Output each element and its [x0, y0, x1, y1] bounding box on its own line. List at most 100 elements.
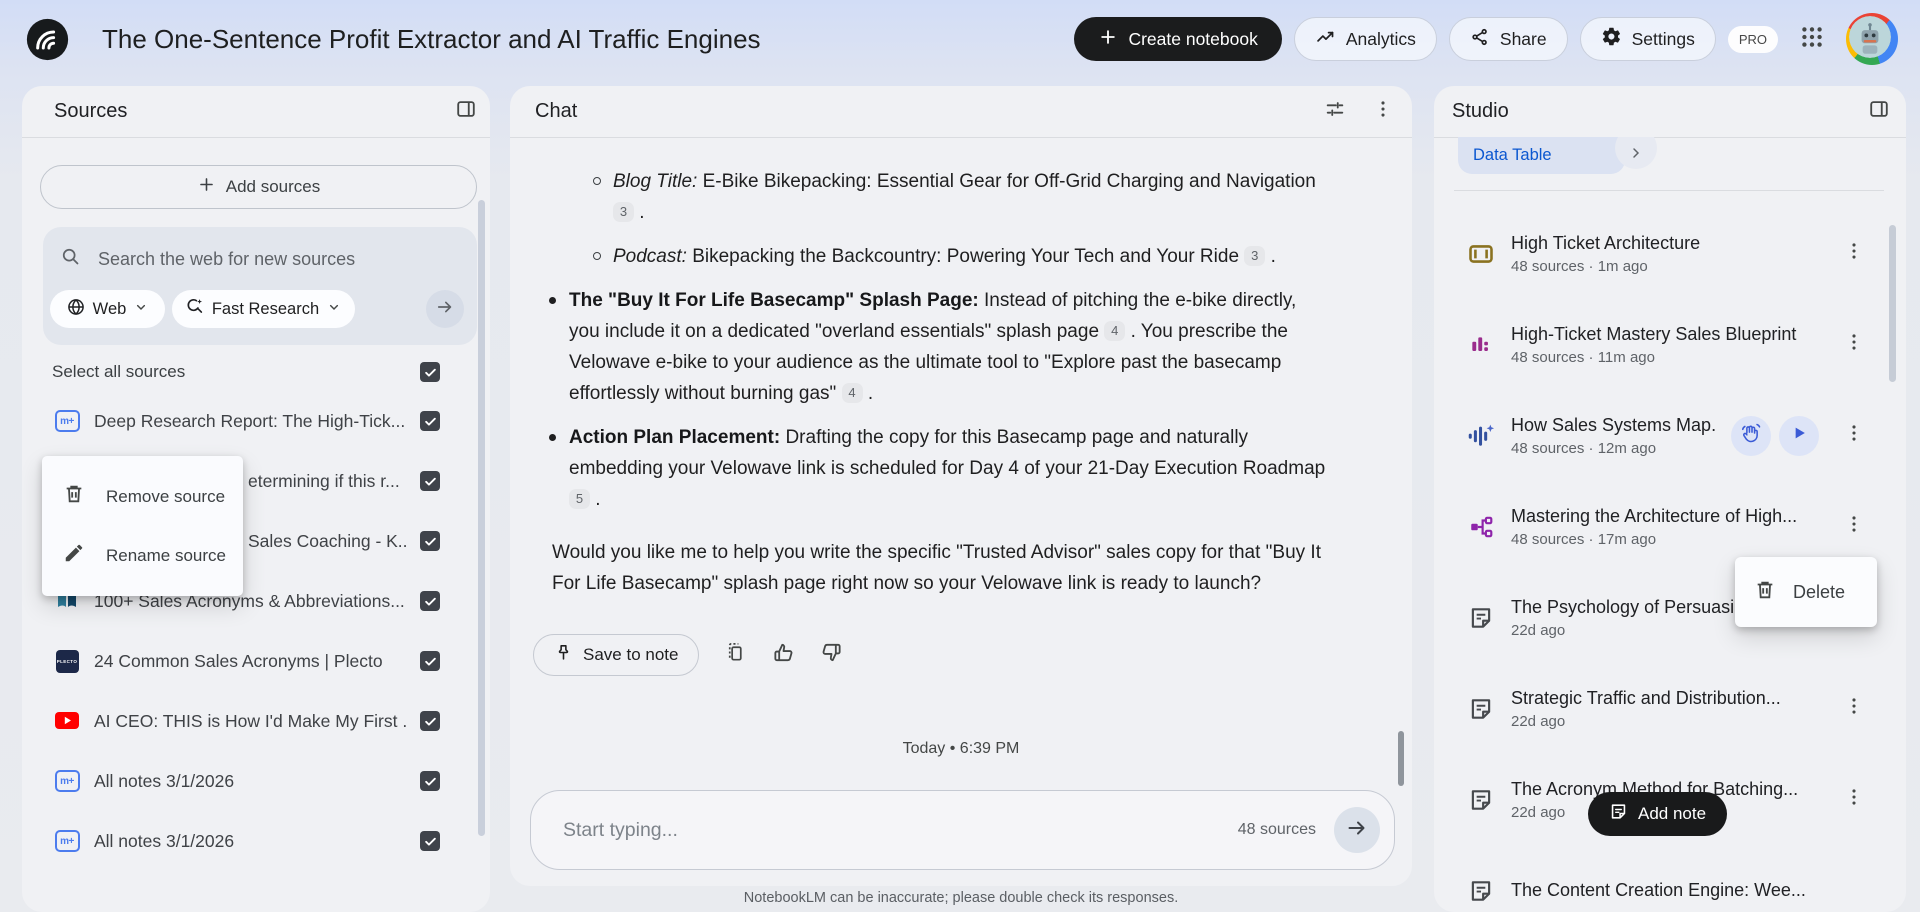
collapse-panel-icon [455, 100, 477, 125]
studio-item[interactable]: The Content Creation Engine: Wee... [1434, 845, 1906, 912]
source-checkbox[interactable] [420, 651, 440, 671]
rename-source-menu-item[interactable]: Rename source [42, 526, 243, 585]
add-note-button[interactable]: Add note [1588, 792, 1728, 836]
studio-item-menu-button[interactable] [1842, 786, 1866, 813]
user-avatar[interactable] [1846, 13, 1898, 65]
chat-bullet: Action Plan Placement: Drafting the copy… [549, 422, 1327, 515]
thumbs-up-button[interactable] [772, 641, 795, 669]
source-row[interactable]: m+ All notes 3/1/2026 [22, 751, 490, 811]
add-sources-button[interactable]: Add sources [40, 165, 477, 209]
studio-item-menu-button[interactable] [1842, 695, 1866, 722]
markdown-source-icon: m+ [54, 410, 80, 432]
research-mode-dropdown[interactable]: Fast Research [172, 290, 355, 328]
web-filter-dropdown[interactable]: Web [50, 290, 165, 328]
search-input-row[interactable]: Search the web for new sources [43, 227, 477, 272]
create-notebook-button[interactable]: Create notebook [1074, 17, 1282, 61]
citation-badge[interactable]: 4 [841, 382, 863, 403]
interactive-mode-button[interactable] [1731, 415, 1771, 456]
source-checkbox[interactable] [420, 831, 440, 851]
chevron-down-icon [326, 299, 342, 320]
play-icon [1789, 423, 1809, 448]
report-icon [1466, 332, 1496, 358]
source-title: etermining if this r... [248, 470, 400, 491]
chat-bullet: Podcast: Bikepacking the Backcountry: Po… [593, 241, 1327, 272]
source-checkbox[interactable] [420, 711, 440, 731]
note-add-icon [1609, 802, 1628, 826]
more-vertical-icon [1372, 100, 1394, 125]
citation-badge[interactable]: 5 [569, 488, 590, 509]
studio-item[interactable]: High Ticket Architecture 48 sources · 1m … [1434, 208, 1906, 299]
studio-item-meta: 48 sources · 17m ago [1511, 530, 1657, 548]
sources-panel-title: Sources [54, 100, 128, 122]
youtube-source-icon [54, 712, 80, 730]
chat-more-button[interactable] [1372, 98, 1394, 126]
copy-response-button[interactable] [724, 641, 747, 669]
sources-count-label: 48 sources [1237, 821, 1316, 838]
source-checkbox[interactable] [420, 771, 440, 791]
select-all-checkbox[interactable] [420, 362, 440, 382]
chat-paragraph: Would you like me to help you write the … [552, 542, 1321, 594]
apps-grid-button[interactable] [1790, 17, 1834, 61]
source-row[interactable]: m+ Deep Research Report: The High-Tick... [22, 391, 490, 451]
source-checkbox[interactable] [420, 531, 440, 551]
data-table-card[interactable]: Data Table [1458, 137, 1625, 174]
source-title: All notes 3/1/2026 [94, 830, 235, 851]
disclaimer-text: NotebookLM can be inaccurate; please dou… [743, 890, 1179, 906]
share-button[interactable]: Share [1448, 17, 1568, 61]
notebooklm-logo-icon[interactable] [25, 17, 70, 62]
source-checkbox[interactable] [420, 591, 440, 611]
chat-settings-button[interactable] [1324, 98, 1346, 126]
studio-item[interactable]: How Sales Systems Map... 48 sources · 12m… [1434, 390, 1906, 481]
chat-input[interactable] [561, 817, 1238, 843]
studio-item-menu-button[interactable] [1842, 513, 1866, 540]
sources-panel: Sources Add sources Search the web for n… [22, 86, 490, 912]
source-row[interactable]: m+ All notes 3/1/2026 [22, 811, 490, 871]
submit-search-button[interactable] [426, 290, 464, 328]
delete-menu-item[interactable]: Delete [1793, 582, 1845, 603]
studio-item[interactable]: Strategic Traffic and Distribution... 22d… [1434, 663, 1906, 754]
studio-item-title: Mastering the Architecture of High... [1511, 505, 1798, 526]
markdown-source-icon: m+ [54, 770, 80, 792]
sources-scrollbar[interactable] [478, 200, 485, 836]
note-icon [1466, 878, 1496, 904]
citation-badge[interactable]: 3 [1244, 245, 1266, 266]
play-audio-button[interactable] [1779, 415, 1819, 456]
thumbs-down-button[interactable] [820, 641, 843, 669]
source-title: Sales Coaching - K... [248, 530, 406, 551]
citation-badge[interactable]: 3 [613, 201, 634, 222]
trash-icon [1754, 579, 1776, 606]
collapse-sources-button[interactable] [455, 98, 477, 126]
plus-icon [1098, 27, 1118, 52]
analytics-button[interactable]: Analytics [1293, 17, 1437, 61]
studio-item-title: The Content Creation Engine: Wee... [1511, 880, 1806, 900]
chat-scrollbar[interactable] [1398, 731, 1404, 786]
plus-icon [197, 175, 216, 199]
studio-item-menu-button[interactable] [1842, 422, 1866, 449]
citation-badge[interactable]: 4 [1104, 320, 1126, 341]
more-vertical-icon [1843, 786, 1865, 813]
studio-scrollbar[interactable] [1889, 225, 1896, 382]
chevron-right-icon [1628, 145, 1644, 166]
header-actions: Create notebook Analytics Share Settings… [1074, 13, 1898, 65]
studio-item[interactable]: High-Ticket Mastery Sales Blueprint 48 so… [1434, 299, 1906, 390]
remove-source-menu-item[interactable]: Remove source [42, 467, 243, 526]
studio-item-menu-button[interactable] [1842, 240, 1866, 267]
more-vertical-icon [1843, 240, 1865, 267]
arrow-right-icon [1345, 816, 1369, 845]
more-vertical-icon [1843, 513, 1865, 540]
source-row[interactable]: AI CEO: THIS is How I'd Make My First ..… [22, 691, 490, 751]
settings-button[interactable]: Settings [1579, 17, 1716, 61]
source-row[interactable]: PLECTO 24 Common Sales Acronyms | Plecto [22, 631, 490, 691]
source-context-menu: Remove source Rename source [42, 456, 243, 596]
collapse-studio-button[interactable] [1868, 98, 1890, 126]
source-checkbox[interactable] [420, 471, 440, 491]
select-all-label: Select all sources [52, 362, 186, 381]
source-title: AI CEO: THIS is How I'd Make My First ..… [94, 710, 406, 731]
audio-icon [1466, 422, 1496, 450]
source-checkbox[interactable] [420, 411, 440, 431]
notebook-title[interactable]: The One-Sentence Profit Extractor and AI… [102, 24, 761, 55]
thumbs-up-icon [772, 643, 795, 668]
studio-item-menu-button[interactable] [1842, 331, 1866, 358]
save-to-note-button[interactable]: Save to note [533, 634, 700, 676]
send-message-button[interactable] [1334, 807, 1380, 853]
